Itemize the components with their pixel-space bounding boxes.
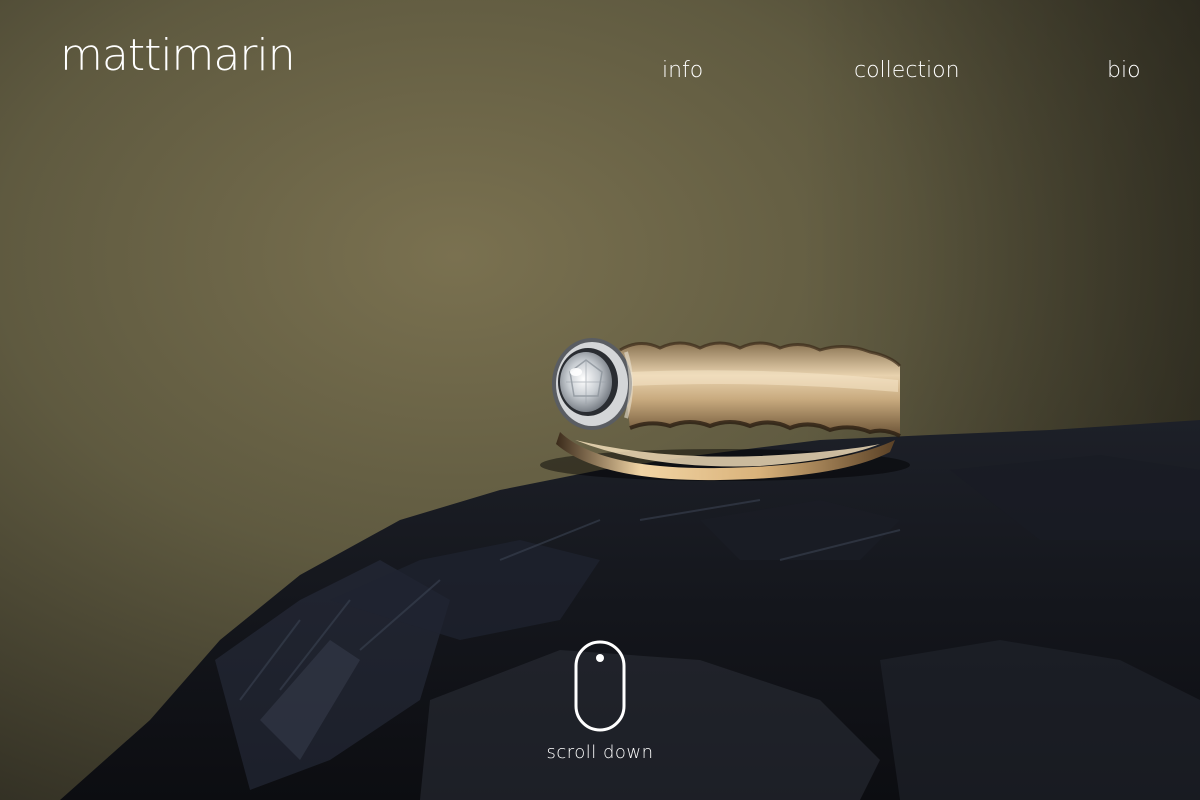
nav-link-info[interactable]: info <box>662 58 703 83</box>
nav-link-bio[interactable]: bio <box>1107 58 1141 83</box>
nav-link-collection[interactable]: collection <box>854 58 960 83</box>
scroll-down-label: scroll down <box>546 742 654 763</box>
mouse-icon <box>574 640 626 732</box>
site-logo[interactable]: mattimarin <box>60 34 296 78</box>
page: mattimarin info collection bio scroll do… <box>0 0 1200 800</box>
scroll-down-button[interactable]: scroll down <box>540 640 660 763</box>
